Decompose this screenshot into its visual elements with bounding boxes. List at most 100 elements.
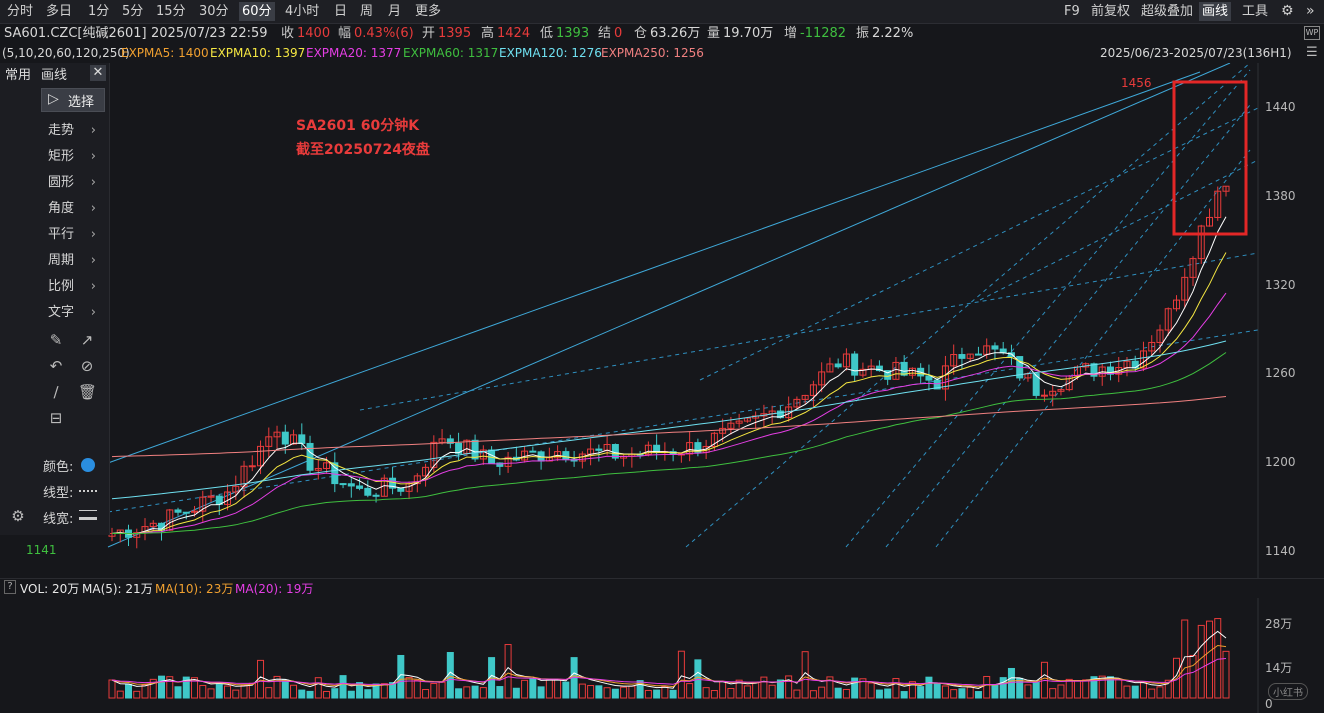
annotation-line2: 截至20250724夜盘 [296,142,430,158]
wp-icon[interactable]: WP [1304,26,1320,40]
tool-text[interactable]: 文字 › [48,303,104,323]
volume-bar [1032,681,1040,699]
menu-icon[interactable]: ☰ [1306,43,1318,63]
tool-label: 角度 [48,201,75,216]
tab-draw[interactable]: 画线 [41,64,67,83]
ma-legend-bar: (5,10,20,60,120,250) EXPMA5: 1400 EXPMA1… [0,43,1324,63]
period-button[interactable]: 5分 [119,2,146,21]
overlay-button[interactable]: 超级叠加 [1138,2,1196,21]
volume-bar [710,690,718,699]
volume-bar [174,686,182,699]
volume-bar [933,682,941,699]
volume-bar [842,688,850,699]
change-value: 0.43%(6) [354,26,414,41]
more-button[interactable]: 更多 [412,2,444,21]
period-button[interactable]: 15分 [153,2,189,21]
arrow-icon[interactable]: ↗ [78,331,96,349]
tool-rect[interactable]: 矩形 › [48,147,104,167]
candle-body [851,353,859,376]
linewidth-label: 线宽: [43,512,74,527]
brush-icon[interactable]: ∕ [47,383,65,401]
period-button[interactable]: 周 [357,2,376,21]
volume-bar [306,690,314,699]
candle-body [174,509,182,513]
linewidth-swatch[interactable] [79,510,97,520]
volume-bar [628,685,636,699]
volume-bar [974,691,982,699]
tool-parallel[interactable]: 平行 › [48,225,104,245]
volume-bar [331,688,339,699]
volume-bar [281,679,289,699]
tab-common[interactable]: 常用 [5,64,31,83]
tool-trend[interactable]: 走势 › [48,121,104,141]
volume-bar [875,689,883,699]
select-tool-button[interactable]: ▷ 选择 [41,88,105,112]
volume-bar [314,677,322,699]
linetype-swatch[interactable] [79,490,97,492]
period-button-active[interactable]: 60分 [239,2,275,21]
volume-bar [851,677,859,699]
pen-icon[interactable]: ✎ [47,331,65,349]
volume-ma-line [111,630,1227,690]
close-icon[interactable]: ✕ [90,65,106,81]
lock-icon[interactable]: ⊟ [47,409,65,427]
volume-bar [917,686,925,699]
volume-bar [298,689,306,699]
candle-body [595,448,603,451]
annotation-line1: SA2601 60分钟K [296,118,420,134]
oi-label: 仓 [634,26,648,41]
volume-bar [463,686,471,699]
tool-label: 平行 [48,227,75,242]
volume-bar [116,690,124,699]
volume-bar [653,689,661,699]
period-button[interactable]: 多日 [43,2,75,21]
f9-button[interactable]: F9 [1061,2,1083,21]
candle-body [298,434,306,444]
volume-bar [1115,679,1123,699]
tool-ratio[interactable]: 比例 › [48,277,104,297]
open-label: 开 [422,26,436,41]
help-icon[interactable]: ? [4,580,16,594]
volume-bar [1057,684,1065,699]
vol-legend-item: MA(5): 21万 [82,582,153,596]
volume-legend-bar: ? VOL: 20万 MA(5): 21万 MA(10): 23万 MA(20)… [0,578,1324,598]
symbol: SA601.CZC[纯碱2601] [4,26,147,41]
volume-bar [1197,624,1205,699]
period-button[interactable]: 30分 [196,2,232,21]
change-label: 幅 [338,26,352,41]
tools-button[interactable]: 工具 [1239,2,1271,21]
tool-angle[interactable]: 角度 › [48,199,104,219]
volume-bar [884,688,892,699]
period-button[interactable]: 1分 [85,2,112,21]
volume-bar [224,685,232,699]
candle-body [900,361,908,376]
vol-tick: 28万 [1265,617,1293,631]
draw-button[interactable]: 画线 [1199,2,1232,21]
gear-icon[interactable]: ⚙ [1278,2,1297,21]
candle-body [281,431,289,445]
tool-circle[interactable]: 圆形 › [48,173,104,193]
volume-bar [925,676,933,699]
period-button[interactable]: 日 [331,2,350,21]
trash-icon[interactable]: 🗑 [78,383,97,401]
period-button[interactable]: 月 [385,2,404,21]
period-button[interactable]: 分时 [4,2,36,21]
gear-icon[interactable]: ⚙ [9,507,27,525]
adjust-button[interactable]: 前复权 [1088,2,1133,21]
volume-bar [743,685,751,699]
volume-bar [1123,685,1131,699]
candle-body [529,450,537,453]
vol-legend-item: MA(10): 23万 [155,582,234,596]
volume-bar [661,685,669,699]
volume-bar [768,684,776,699]
kline-chart[interactable] [0,63,1324,578]
color-swatch[interactable] [81,458,95,472]
period-button[interactable]: 4小时 [282,2,322,21]
vol-value: 19.70万 [723,26,774,41]
hide-icon[interactable]: ⊘ [78,357,96,375]
volume-bar [323,690,331,699]
volume-bar [950,689,958,699]
expand-icon[interactable]: » [1303,2,1318,21]
tool-cycle[interactable]: 周期 › [48,251,104,271]
undo-icon[interactable]: ↶ [47,357,65,375]
